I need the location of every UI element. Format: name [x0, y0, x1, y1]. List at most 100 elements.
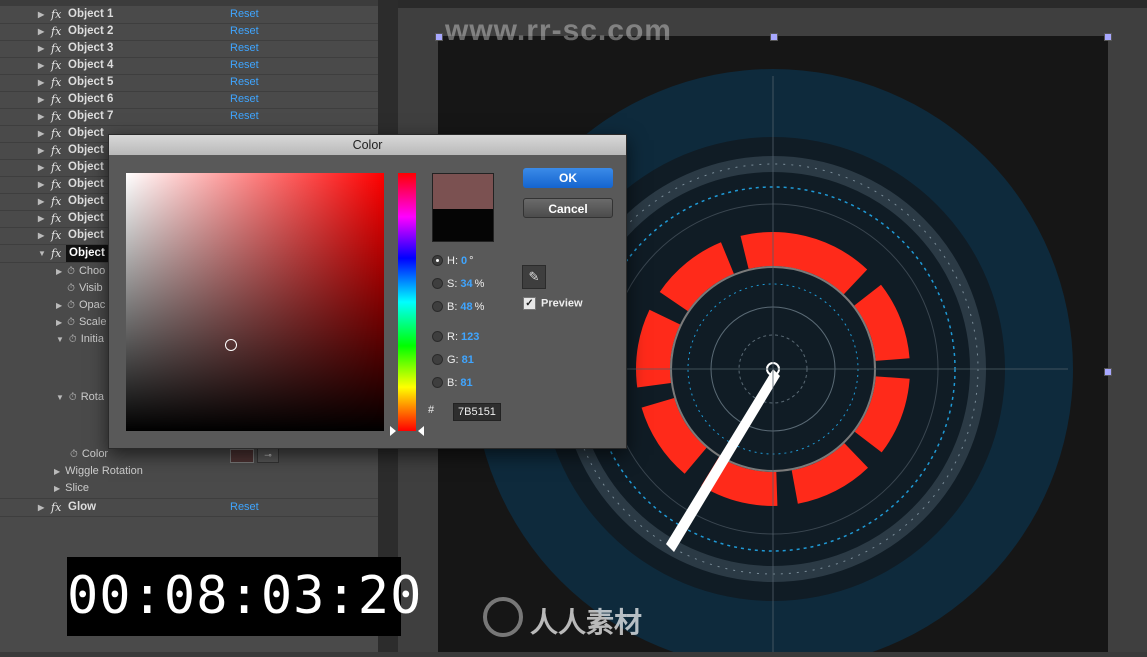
expand-triangle-icon[interactable]: ▶: [38, 40, 44, 57]
reset-link[interactable]: Reset: [230, 40, 259, 57]
expand-triangle-icon[interactable]: ▶: [56, 267, 62, 276]
expand-triangle-icon[interactable]: ▶: [38, 6, 44, 23]
color-picker-dialog[interactable]: Color OK Cancel ✎ ✓ Preview H: 0 ° S: 34% B:…: [108, 134, 627, 449]
red-value[interactable]: 123: [461, 331, 479, 343]
fx-icon[interactable]: fx: [51, 142, 61, 159]
effect-row[interactable]: ▶ fx Object 2 Reset: [0, 23, 378, 41]
blue-radio[interactable]: [432, 376, 443, 388]
reset-link[interactable]: Reset: [230, 23, 259, 40]
fx-icon[interactable]: fx: [51, 210, 61, 227]
brightness-radio[interactable]: [432, 300, 443, 312]
expand-triangle-icon[interactable]: ▶: [38, 176, 44, 193]
collapse-triangle-icon[interactable]: ▼: [56, 335, 64, 344]
property-row[interactable]: ▶⏱Visib: [56, 280, 102, 296]
fx-icon[interactable]: fx: [51, 40, 61, 57]
expand-triangle-icon[interactable]: ▶: [38, 142, 44, 159]
eyedropper-icon[interactable]: ✎: [522, 265, 546, 289]
effect-row[interactable]: ▶ fx Object 6 Reset: [0, 91, 378, 109]
fx-icon[interactable]: fx: [51, 74, 61, 91]
reset-link[interactable]: Reset: [230, 57, 259, 74]
fx-icon[interactable]: fx: [51, 499, 61, 516]
expand-triangle-icon[interactable]: ▶: [38, 125, 44, 142]
blue-field-row[interactable]: B: 81: [432, 375, 473, 391]
fx-icon[interactable]: fx: [51, 91, 61, 108]
stopwatch-icon[interactable]: ⏱: [67, 266, 75, 277]
expand-triangle-icon[interactable]: ▶: [38, 499, 44, 516]
effect-row[interactable]: ▶ fx Glow Reset: [0, 498, 378, 517]
fx-icon[interactable]: fx: [51, 125, 61, 142]
hue-field-row[interactable]: H: 0 °: [432, 253, 474, 269]
property-row[interactable]: ▼ ⏱ Initia: [56, 331, 104, 347]
transform-handle[interactable]: [435, 33, 443, 41]
preview-checkbox[interactable]: ✓: [523, 297, 536, 310]
expand-triangle-icon[interactable]: ▶: [54, 484, 60, 493]
reset-link[interactable]: Reset: [230, 6, 259, 23]
effect-row[interactable]: ▶ fx Object 7 Reset: [0, 108, 378, 126]
expand-triangle-icon[interactable]: ▶: [38, 108, 44, 125]
expand-triangle-icon[interactable]: ▶: [56, 301, 62, 310]
saturation-value[interactable]: 34: [460, 278, 472, 290]
transform-handle[interactable]: [1104, 368, 1112, 376]
green-field-row[interactable]: G: 81: [432, 352, 474, 368]
effect-row[interactable]: ▶ fx Object 3 Reset: [0, 40, 378, 58]
transform-handle[interactable]: [1104, 33, 1112, 41]
expand-triangle-icon[interactable]: ▶: [56, 318, 62, 327]
stopwatch-icon[interactable]: ⏱: [70, 449, 78, 460]
collapse-triangle-icon[interactable]: ▼: [38, 245, 46, 262]
expand-triangle-icon[interactable]: ▶: [38, 210, 44, 227]
green-radio[interactable]: [432, 353, 443, 365]
red-radio[interactable]: [432, 330, 443, 342]
expand-triangle-icon[interactable]: ▶: [38, 227, 44, 244]
expand-triangle-icon[interactable]: ▶: [38, 159, 44, 176]
stopwatch-icon[interactable]: ⏱: [67, 317, 75, 328]
fx-icon[interactable]: fx: [51, 193, 61, 210]
effect-row[interactable]: ▶ fx Object 4 Reset: [0, 57, 378, 75]
property-row[interactable]: ▶ ⏱ Opac: [56, 297, 105, 313]
brightness-value[interactable]: 48: [460, 301, 472, 313]
green-value[interactable]: 81: [462, 354, 474, 366]
hue-slider[interactable]: [398, 173, 416, 431]
collapse-triangle-icon[interactable]: ▼: [56, 393, 64, 402]
saturation-radio[interactable]: [432, 277, 443, 289]
transform-handle[interactable]: [770, 33, 778, 41]
hue-right-arrow-icon[interactable]: [418, 426, 424, 436]
color-swatch-button[interactable]: [230, 449, 254, 463]
hex-input[interactable]: 7B5151: [453, 403, 501, 421]
fx-icon[interactable]: fx: [51, 6, 61, 23]
fx-icon[interactable]: fx: [51, 159, 61, 176]
expand-triangle-icon[interactable]: ▶: [38, 23, 44, 40]
preview-checkbox-row[interactable]: ✓ Preview: [523, 297, 583, 310]
hue-value[interactable]: 0: [461, 255, 467, 267]
expand-triangle-icon[interactable]: ▶: [38, 74, 44, 91]
effect-row[interactable]: ▶ fx Object 5 Reset: [0, 74, 378, 92]
hue-left-arrow-icon[interactable]: [390, 426, 396, 436]
blue-value[interactable]: 81: [460, 377, 472, 389]
property-row[interactable]: ▶ ⏱ Choo: [56, 263, 105, 279]
reset-link[interactable]: Reset: [230, 74, 259, 91]
red-field-row[interactable]: R: 123: [432, 329, 479, 345]
expand-triangle-icon[interactable]: ▶: [38, 193, 44, 210]
color-marker[interactable]: [225, 339, 237, 351]
viewer-tab-bar[interactable]: [398, 0, 1147, 8]
expand-triangle-icon[interactable]: ▶: [38, 91, 44, 108]
hue-radio[interactable]: [432, 254, 443, 266]
original-color-swatch[interactable]: [432, 209, 494, 242]
property-row[interactable]: ▶ Slice: [54, 480, 89, 496]
ok-button[interactable]: OK: [523, 168, 613, 188]
stopwatch-icon[interactable]: ⏱: [67, 300, 75, 311]
saturation-brightness-field[interactable]: [126, 173, 384, 431]
stopwatch-icon[interactable]: ⏱: [69, 392, 77, 403]
expand-triangle-icon[interactable]: ▶: [38, 57, 44, 74]
fx-icon[interactable]: fx: [51, 227, 61, 244]
fx-icon[interactable]: fx: [51, 57, 61, 74]
fx-icon[interactable]: fx: [51, 108, 61, 125]
fx-icon[interactable]: fx: [51, 176, 61, 193]
saturation-field-row[interactable]: S: 34%: [432, 276, 484, 292]
stopwatch-icon[interactable]: ⏱: [67, 283, 75, 294]
fx-icon[interactable]: fx: [51, 23, 61, 40]
effect-row[interactable]: ▶ fx Object 1 Reset: [0, 6, 378, 24]
property-row[interactable]: ▶ ⏱ Scale: [56, 314, 107, 330]
expand-triangle-icon[interactable]: ▶: [54, 467, 60, 476]
brightness-field-row[interactable]: B: 48%: [432, 299, 484, 315]
color-property-row[interactable]: ⏱ Color: [70, 446, 108, 462]
